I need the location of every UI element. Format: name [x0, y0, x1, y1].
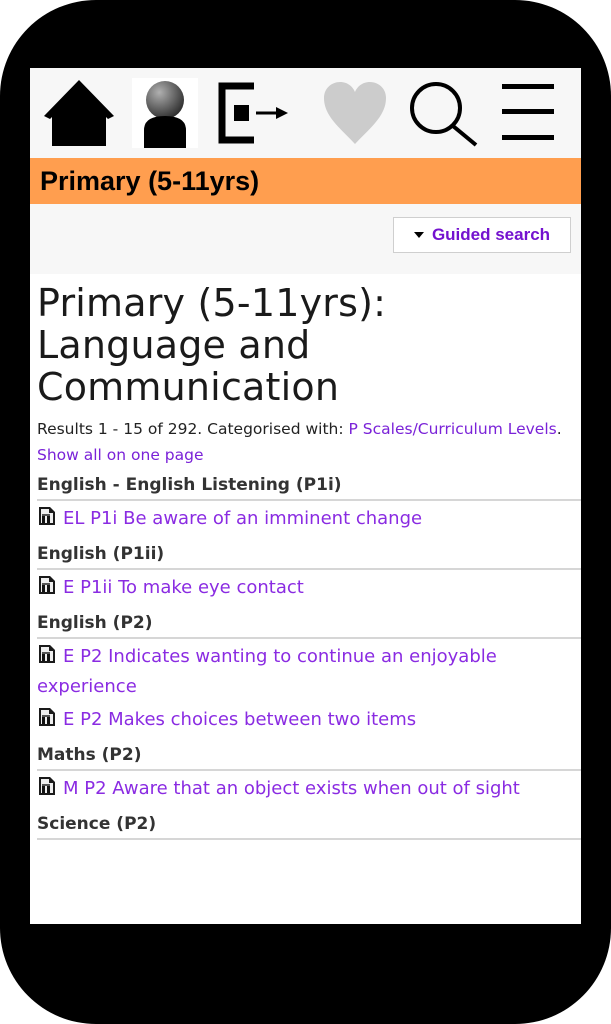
- results-list: English - English Listening (P1i) EL P1i …: [37, 472, 581, 840]
- group-heading: Science (P2): [37, 811, 581, 840]
- section-banner: Primary (5-11yrs): [30, 158, 581, 204]
- group-heading: English (P2): [37, 610, 581, 639]
- toolbar: Guided search: [30, 204, 581, 274]
- group-heading: English (P1ii): [37, 541, 581, 570]
- favourites-icon[interactable]: [320, 78, 390, 148]
- profile-icon[interactable]: [132, 78, 198, 148]
- result-link[interactable]: E P1ii To make eye contact: [63, 577, 304, 598]
- document-icon: [37, 506, 57, 526]
- separator-text: .: [556, 420, 562, 438]
- top-nav-bar: [30, 68, 581, 158]
- document-icon: [37, 575, 57, 595]
- guided-search-label: Guided search: [431, 225, 551, 244]
- home-icon[interactable]: [42, 78, 116, 148]
- show-all-link[interactable]: Show all on one page: [37, 446, 204, 464]
- guided-search-button[interactable]: Guided search: [393, 217, 571, 253]
- group-heading: Maths (P2): [37, 742, 581, 771]
- list-item[interactable]: EL P1i Be aware of an imminent change: [37, 501, 581, 537]
- main-content: Primary (5-11yrs): Language and Communic…: [30, 274, 581, 840]
- group-heading: English - English Listening (P1i): [37, 472, 581, 501]
- caret-down-icon: [413, 232, 424, 238]
- result-link[interactable]: M P2 Aware that an object exists when ou…: [63, 778, 520, 799]
- banner-title: Primary (5-11yrs): [40, 165, 260, 196]
- phone-frame: Primary (5-11yrs) Guided search Primary …: [0, 0, 611, 1024]
- result-link[interactable]: EL P1i Be aware of an imminent change: [63, 508, 422, 529]
- result-link[interactable]: E P2 Makes choices between two items: [63, 709, 416, 730]
- screen: Primary (5-11yrs) Guided search Primary …: [30, 68, 581, 924]
- document-icon: [37, 707, 57, 727]
- result-link[interactable]: E P2 Indicates wanting to continue an en…: [37, 646, 497, 697]
- category-link[interactable]: P Scales/Curriculum Levels: [349, 420, 557, 438]
- logout-icon[interactable]: [216, 78, 292, 148]
- page-title: Primary (5-11yrs): Language and Communic…: [37, 281, 387, 409]
- results-summary: Results 1 - 15 of 292. Categorised with:…: [37, 416, 581, 468]
- menu-icon[interactable]: [500, 78, 556, 148]
- document-icon: [37, 644, 57, 664]
- document-icon: [37, 776, 57, 796]
- list-item[interactable]: E P2 Indicates wanting to continue an en…: [37, 639, 581, 705]
- results-count-text: Results 1 - 15 of 292. Categorised with:: [37, 420, 349, 438]
- list-item[interactable]: E P2 Makes choices between two items: [37, 705, 581, 738]
- list-item[interactable]: E P1ii To make eye contact: [37, 570, 581, 606]
- list-item[interactable]: M P2 Aware that an object exists when ou…: [37, 771, 581, 807]
- search-icon[interactable]: [406, 78, 482, 148]
